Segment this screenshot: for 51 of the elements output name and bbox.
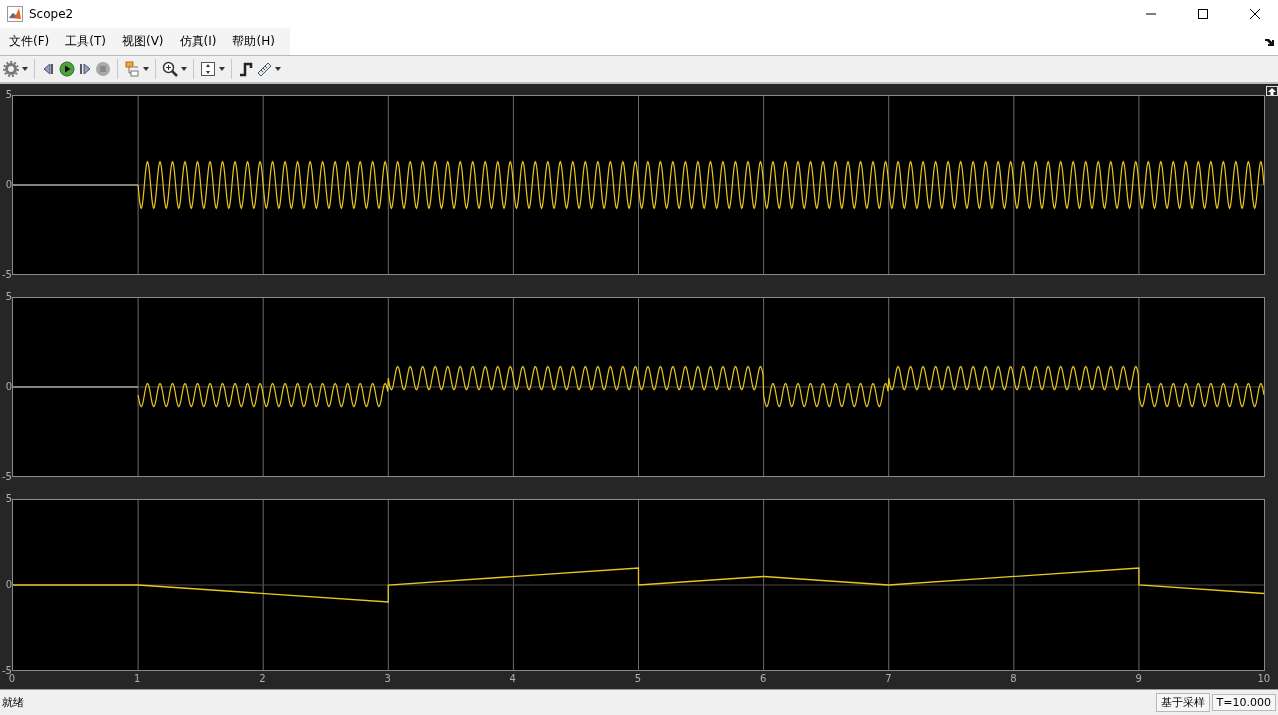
status-text: 就绪	[1, 695, 25, 710]
axis-tick-label: 6	[758, 673, 768, 684]
play-icon	[59, 61, 75, 77]
caret-icon	[219, 67, 225, 71]
step-forward-icon	[77, 61, 93, 77]
menu-item[interactable]: 工具(T)	[60, 30, 111, 53]
undock-axes-button[interactable]	[1266, 86, 1278, 96]
axis-tick-label: 1	[133, 673, 142, 684]
gear-icon	[3, 61, 19, 77]
sampling-mode: 基于采样	[1155, 693, 1210, 712]
axis-tick-label: 10	[1256, 673, 1272, 684]
close-icon	[1249, 8, 1261, 20]
axis-tick-label: 5	[5, 493, 12, 505]
step-signal-icon	[238, 61, 254, 77]
axis-tick-label: 4	[508, 673, 517, 684]
block-diagram-icon	[124, 61, 140, 77]
settings-button[interactable]	[3, 58, 28, 80]
caret-icon	[275, 67, 281, 71]
axis-tick-label: 8	[1009, 673, 1018, 684]
axis-tick-label: 3	[383, 673, 392, 684]
menu-item[interactable]: 文件(F)	[4, 30, 55, 53]
axis-tick-label: 0	[5, 381, 12, 393]
menu-item[interactable]: 帮助(H)	[227, 30, 280, 53]
caret-icon	[143, 67, 149, 71]
axis-tick-label: 5	[633, 673, 643, 684]
menu-item[interactable]: 视图(V)	[116, 30, 169, 53]
app-logo-icon	[7, 6, 23, 22]
axis-tick-label: 2	[258, 673, 267, 684]
signal-selector-button[interactable]	[124, 58, 149, 80]
menu-item[interactable]: 仿真(I)	[174, 30, 222, 53]
axes-scale-icon	[200, 61, 216, 77]
axis-tick-label: 5	[5, 89, 12, 101]
ruler-icon	[256, 61, 272, 77]
simulation-time: T=10.000	[1211, 694, 1276, 711]
axis-tick-label: -5	[2, 269, 12, 281]
axis-tick-label: 7	[884, 673, 893, 684]
maximize-icon	[1197, 8, 1209, 20]
caret-icon	[181, 67, 187, 71]
window-title: Scope2	[29, 7, 75, 21]
axis-tick-label: -5	[2, 471, 12, 483]
caret-icon	[22, 67, 28, 71]
axis-tick-label: 0	[8, 673, 17, 684]
axis-tick-label: 5	[5, 291, 12, 303]
axis-tick-label: 0	[5, 579, 12, 591]
axis-tick-label: 9	[1134, 673, 1143, 684]
zoom-in-icon	[162, 61, 178, 77]
stop-icon	[95, 61, 111, 77]
axis-tick-label: 0	[5, 179, 12, 191]
arrow-icon	[1264, 36, 1274, 47]
arrow-up-icon	[1267, 87, 1277, 95]
run-button[interactable]	[59, 58, 75, 80]
